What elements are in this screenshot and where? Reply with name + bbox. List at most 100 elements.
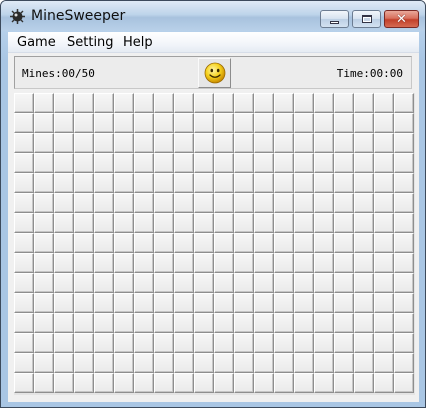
board-cell[interactable]	[94, 213, 114, 233]
board-cell[interactable]	[274, 353, 294, 373]
board-cell[interactable]	[74, 193, 94, 213]
board-cell[interactable]	[134, 373, 154, 393]
board-cell[interactable]	[374, 233, 394, 253]
board-cell[interactable]	[334, 173, 354, 193]
board-cell[interactable]	[34, 113, 54, 133]
board-cell[interactable]	[254, 233, 274, 253]
board-cell[interactable]	[94, 273, 114, 293]
board-cell[interactable]	[114, 233, 134, 253]
board-cell[interactable]	[94, 153, 114, 173]
board-cell[interactable]	[274, 273, 294, 293]
board-cell[interactable]	[354, 113, 374, 133]
board-cell[interactable]	[134, 93, 154, 113]
board-cell[interactable]	[54, 153, 74, 173]
board-cell[interactable]	[54, 353, 74, 373]
board-cell[interactable]	[14, 333, 34, 353]
board-cell[interactable]	[334, 253, 354, 273]
board-cell[interactable]	[294, 373, 314, 393]
board-cell[interactable]	[214, 353, 234, 373]
board-cell[interactable]	[354, 373, 374, 393]
board-cell[interactable]	[154, 353, 174, 373]
board-cell[interactable]	[234, 253, 254, 273]
board-cell[interactable]	[274, 233, 294, 253]
board-cell[interactable]	[74, 333, 94, 353]
board-cell[interactable]	[294, 233, 314, 253]
board-cell[interactable]	[314, 273, 334, 293]
board-cell[interactable]	[314, 253, 334, 273]
board-cell[interactable]	[334, 233, 354, 253]
board-cell[interactable]	[394, 213, 414, 233]
board-cell[interactable]	[14, 373, 34, 393]
menu-game[interactable]: Game	[17, 35, 56, 50]
board-cell[interactable]	[254, 113, 274, 133]
board-cell[interactable]	[334, 133, 354, 153]
board-cell[interactable]	[74, 93, 94, 113]
board-cell[interactable]	[294, 113, 314, 133]
board-cell[interactable]	[334, 153, 354, 173]
board-cell[interactable]	[134, 233, 154, 253]
board-cell[interactable]	[114, 253, 134, 273]
board-cell[interactable]	[314, 133, 334, 153]
board-cell[interactable]	[194, 293, 214, 313]
board-cell[interactable]	[254, 273, 274, 293]
board-cell[interactable]	[94, 173, 114, 193]
board-cell[interactable]	[74, 213, 94, 233]
board-cell[interactable]	[154, 113, 174, 133]
board-cell[interactable]	[174, 373, 194, 393]
board-cell[interactable]	[154, 213, 174, 233]
board-cell[interactable]	[154, 253, 174, 273]
board-cell[interactable]	[294, 173, 314, 193]
board-cell[interactable]	[394, 313, 414, 333]
board-cell[interactable]	[74, 293, 94, 313]
board-cell[interactable]	[194, 333, 214, 353]
board-cell[interactable]	[214, 373, 234, 393]
board-cell[interactable]	[94, 193, 114, 213]
board-cell[interactable]	[314, 93, 334, 113]
board-cell[interactable]	[174, 133, 194, 153]
board-cell[interactable]	[254, 333, 274, 353]
board-cell[interactable]	[74, 273, 94, 293]
board-cell[interactable]	[14, 213, 34, 233]
board-cell[interactable]	[134, 293, 154, 313]
board-cell[interactable]	[174, 313, 194, 333]
board-cell[interactable]	[294, 333, 314, 353]
board-cell[interactable]	[34, 233, 54, 253]
board-cell[interactable]	[114, 133, 134, 153]
board-cell[interactable]	[194, 133, 214, 153]
board-cell[interactable]	[254, 153, 274, 173]
board-cell[interactable]	[154, 173, 174, 193]
board-cell[interactable]	[254, 173, 274, 193]
board-cell[interactable]	[374, 93, 394, 113]
board-cell[interactable]	[194, 193, 214, 213]
board-cell[interactable]	[394, 373, 414, 393]
board-cell[interactable]	[14, 173, 34, 193]
title-bar[interactable]: MineSweeper ✕	[1, 1, 425, 31]
board-cell[interactable]	[114, 93, 134, 113]
board-cell[interactable]	[154, 373, 174, 393]
board-cell[interactable]	[274, 93, 294, 113]
board-cell[interactable]	[14, 253, 34, 273]
board-cell[interactable]	[74, 113, 94, 133]
board-cell[interactable]	[74, 233, 94, 253]
board-cell[interactable]	[294, 153, 314, 173]
board-cell[interactable]	[94, 93, 114, 113]
board-cell[interactable]	[14, 193, 34, 213]
board-cell[interactable]	[354, 273, 374, 293]
board-cell[interactable]	[54, 233, 74, 253]
board-cell[interactable]	[154, 133, 174, 153]
board-cell[interactable]	[254, 353, 274, 373]
board-cell[interactable]	[374, 113, 394, 133]
board-cell[interactable]	[374, 213, 394, 233]
board-cell[interactable]	[74, 173, 94, 193]
board-cell[interactable]	[174, 233, 194, 253]
board-cell[interactable]	[214, 333, 234, 353]
board-cell[interactable]	[274, 113, 294, 133]
board-cell[interactable]	[394, 173, 414, 193]
board-cell[interactable]	[354, 333, 374, 353]
board-cell[interactable]	[394, 133, 414, 153]
board-cell[interactable]	[234, 333, 254, 353]
board-cell[interactable]	[134, 173, 154, 193]
board-cell[interactable]	[254, 293, 274, 313]
board-cell[interactable]	[154, 93, 174, 113]
board-cell[interactable]	[294, 293, 314, 313]
